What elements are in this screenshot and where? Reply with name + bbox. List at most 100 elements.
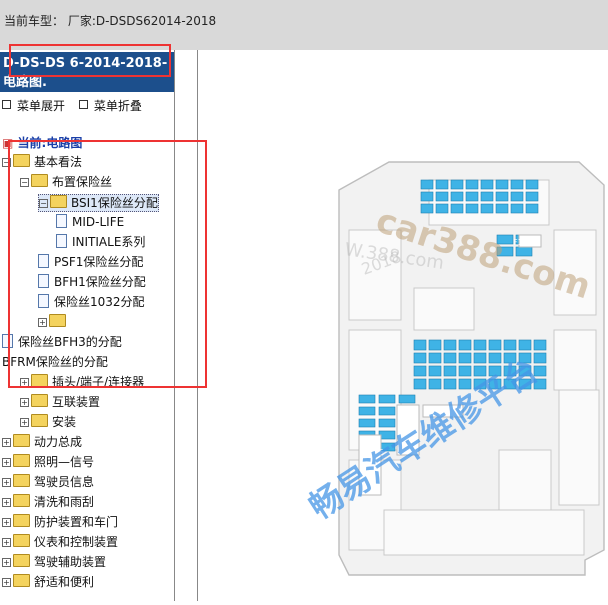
menu-actions: 菜单展开 菜单折叠 [2, 97, 152, 114]
tree-item-label: 防护装置和车门 [34, 515, 119, 529]
fuse-slot [413, 378, 427, 390]
fuse-slot [480, 179, 494, 190]
folder-icon [13, 534, 30, 547]
folder-icon [13, 474, 30, 487]
expand-icon[interactable]: + [2, 518, 11, 527]
fuse-slot [443, 365, 457, 377]
fuse-slot [465, 179, 479, 190]
fuse-slot [435, 179, 449, 190]
expand-icon[interactable]: + [20, 398, 29, 407]
folder-icon [13, 454, 30, 467]
fuse-slot [458, 352, 472, 364]
fuse-slot [428, 378, 442, 390]
fuse-slot [378, 406, 396, 416]
expand-icon[interactable]: + [2, 458, 11, 467]
tree-item[interactable]: + 舒适和便利 [2, 574, 94, 590]
fuse-slot [420, 179, 434, 190]
folder-icon [13, 574, 30, 587]
fuse-slot [495, 203, 509, 214]
fuse-slot [473, 365, 487, 377]
expand-icon[interactable]: + [2, 578, 11, 587]
fuse-slot [413, 352, 427, 364]
folder-icon [13, 494, 30, 507]
expand-icon[interactable]: + [2, 438, 11, 447]
fuse-slot [533, 339, 547, 351]
top-bar: 当前车型： 厂家:D-DSDS62014-2018 [0, 0, 608, 50]
fuse-slot [518, 339, 532, 351]
fuse-slot [480, 191, 494, 202]
tree-item[interactable]: + 照明—信号 [2, 454, 94, 470]
tree-item-label: 仪表和控制装置 [34, 535, 119, 549]
fuse-slot [420, 203, 434, 214]
fuse-slot [450, 179, 464, 190]
fuse-slot [458, 365, 472, 377]
fuse-slot [488, 339, 502, 351]
expand-icon[interactable]: + [2, 498, 11, 507]
highlight-box-title [9, 44, 171, 77]
expand-icon[interactable]: + [2, 538, 11, 547]
menu-collapse-button[interactable]: 菜单折叠 [78, 97, 142, 114]
fuse-slot [510, 191, 524, 202]
tree-item-label: 驾驶辅助装置 [34, 555, 107, 569]
fuse-slot [480, 203, 494, 214]
fuse-slot [435, 191, 449, 202]
expand-icon[interactable]: + [2, 478, 11, 487]
fuse-slot [398, 394, 416, 404]
fuse-slot [495, 191, 509, 202]
tree-item[interactable]: + 动力总成 [2, 434, 82, 450]
tree-item[interactable]: + 驾驶辅助装置 [2, 554, 106, 570]
fuse-slot [420, 191, 434, 202]
folder-icon [31, 414, 48, 427]
highlight-box-tree [8, 140, 207, 388]
vehicle-title: 当前车型： 厂家:D-DSDS62014-2018 [4, 14, 217, 28]
fuse-slot [473, 352, 487, 364]
fuse-slot [428, 339, 442, 351]
tree-item-label: 安装 [52, 415, 77, 429]
diagram-canvas: F11 FS1 F36 car388.com W.388.com 2018 畅易… [199, 50, 608, 601]
fuse-slot [378, 418, 396, 428]
menu-expand-button[interactable]: 菜单展开 [2, 97, 65, 114]
fuse-slot [503, 339, 517, 351]
tree-item[interactable]: + 互联装置 [20, 394, 100, 410]
square-icon [2, 100, 11, 109]
fuse-slot [525, 191, 539, 202]
tree-item[interactable]: + 驾驶员信息 [2, 474, 94, 490]
tree-item-label: 舒适和便利 [34, 575, 95, 589]
fuse-slot [533, 352, 547, 364]
expand-icon[interactable]: + [20, 418, 29, 427]
folder-icon [13, 514, 30, 527]
tree-item-label: 动力总成 [34, 435, 83, 449]
tree-item[interactable]: + 安装 [20, 414, 76, 430]
tree-item[interactable]: + 仪表和控制装置 [2, 534, 118, 550]
tree-item-label: 清洗和雨刮 [34, 495, 95, 509]
tree-item-label: 照明—信号 [34, 455, 95, 469]
folder-icon [13, 554, 30, 567]
fuse-slot [450, 191, 464, 202]
fuse-slot [413, 339, 427, 351]
tree-item-label: 互联装置 [52, 395, 101, 409]
fuse-slot [465, 191, 479, 202]
fuse-slot [443, 378, 457, 390]
fuse-slot [525, 203, 539, 214]
fuse-slot [358, 406, 376, 416]
fuse-slot [443, 339, 457, 351]
fuse-slot [488, 352, 502, 364]
fuse-box-diagram: F11 FS1 F36 car388.com W.388.com 2018 畅易… [302, 161, 605, 576]
folder-icon [31, 394, 48, 407]
fuse-slot [428, 352, 442, 364]
fuse-slot [473, 339, 487, 351]
fuse-slot [378, 394, 396, 404]
fuse-slot [465, 203, 479, 214]
expand-icon[interactable]: + [2, 558, 11, 567]
tree-item-label: 驾驶员信息 [34, 475, 95, 489]
tree-item[interactable]: + 防护装置和车门 [2, 514, 118, 530]
fuse-slot [510, 203, 524, 214]
fuse-slot [413, 365, 427, 377]
fuse-slot [525, 179, 539, 190]
tree-item[interactable]: + 清洗和雨刮 [2, 494, 94, 510]
folder-icon [13, 434, 30, 447]
fuse-slot [443, 352, 457, 364]
square-icon [78, 100, 88, 109]
fuse-slot [495, 179, 509, 190]
fuse-slot [358, 418, 376, 428]
